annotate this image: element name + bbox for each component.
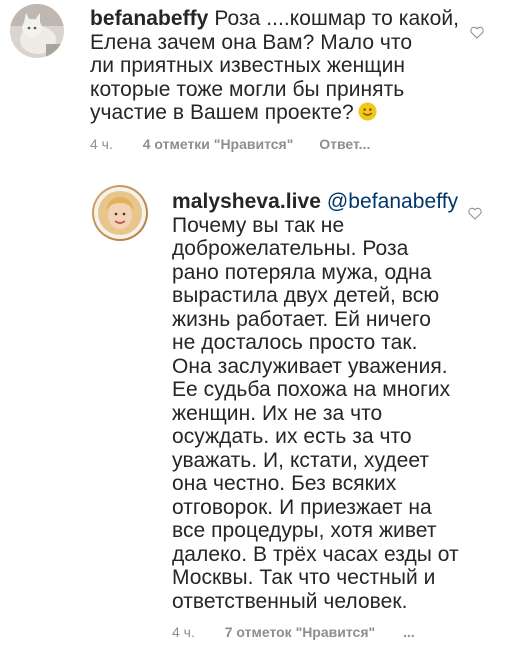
comment-text-line: которые тоже могли бы принять [90, 77, 405, 101]
likes-count-link[interactable]: 4 отметки "Нравится" [143, 136, 294, 152]
comment-text-line: отговорок. И приезжает на [172, 495, 432, 519]
comment-text-line: она честно. Без всяких [172, 472, 397, 495]
comment-time: 4 ч. [90, 136, 113, 152]
heart-outline-icon[interactable] [470, 26, 484, 39]
comment-text-line: не досталось просто так. [172, 331, 418, 354]
comment-text-line: доброжелательны. Роза [172, 237, 409, 260]
comment-text-line: жизнь работает. Ей ничего [172, 307, 432, 331]
comment-text-line: рано потеряла мужа, одна [172, 260, 432, 284]
comment-meta: 4 ч. 4 отметки "Нравится" Ответ... [90, 136, 370, 152]
comment-text-line: Ее судьба похожа на многих [172, 378, 451, 401]
comment-text-line: участие в Вашем проекте? [90, 101, 354, 124]
comment-text-line: все процедуры, хотя живет [172, 519, 437, 542]
reply-button[interactable]: Ответ... [319, 136, 370, 152]
comment-text-line: Она заслуживает уважения. [172, 354, 448, 378]
comment-text-line: женщин. Их не за что [172, 401, 383, 425]
username[interactable]: malysheva.live [172, 190, 321, 213]
smile-emoji-icon [358, 102, 377, 121]
avatar[interactable] [10, 4, 64, 58]
comment-body: malysheva.live @befanabeffy Почему вы та… [172, 190, 472, 613]
comment-text-line: Москвы. Так что честный и [172, 566, 436, 589]
comment-text-line: далеко. В трёх часах езды от [172, 542, 459, 566]
comment-meta: 4 ч. 7 отметок "Нравится" ... [172, 624, 415, 640]
mention-link[interactable]: @befanabeffy [327, 190, 458, 213]
comment-text-line: ли приятных известных женщин [90, 54, 406, 77]
more-options-button[interactable]: ... [403, 624, 415, 640]
comment-text-line: вырастила двух детей, всю [172, 284, 440, 307]
comment-text-line: Почему вы так не [172, 213, 345, 237]
comment-time: 4 ч. [172, 624, 195, 640]
comment-text-line: ответственный человек. [172, 589, 408, 613]
comment-text-line: Елена зачем она Вам? Мало что [90, 30, 413, 54]
comment-text-line: уважать. И, кстати, худеет [172, 448, 430, 472]
likes-count-link[interactable]: 7 отметок "Нравится" [225, 624, 375, 640]
comment-body: befanabeffy Роза ....кошмар то какой, Ел… [90, 7, 490, 125]
avatar[interactable] [92, 185, 148, 241]
username[interactable]: befanabeffy [90, 7, 208, 30]
heart-outline-icon[interactable] [468, 207, 482, 220]
comment-text-line: осуждать. их есть за что [172, 425, 412, 448]
comment-text-line: Роза ....кошмар то какой, [214, 7, 460, 30]
